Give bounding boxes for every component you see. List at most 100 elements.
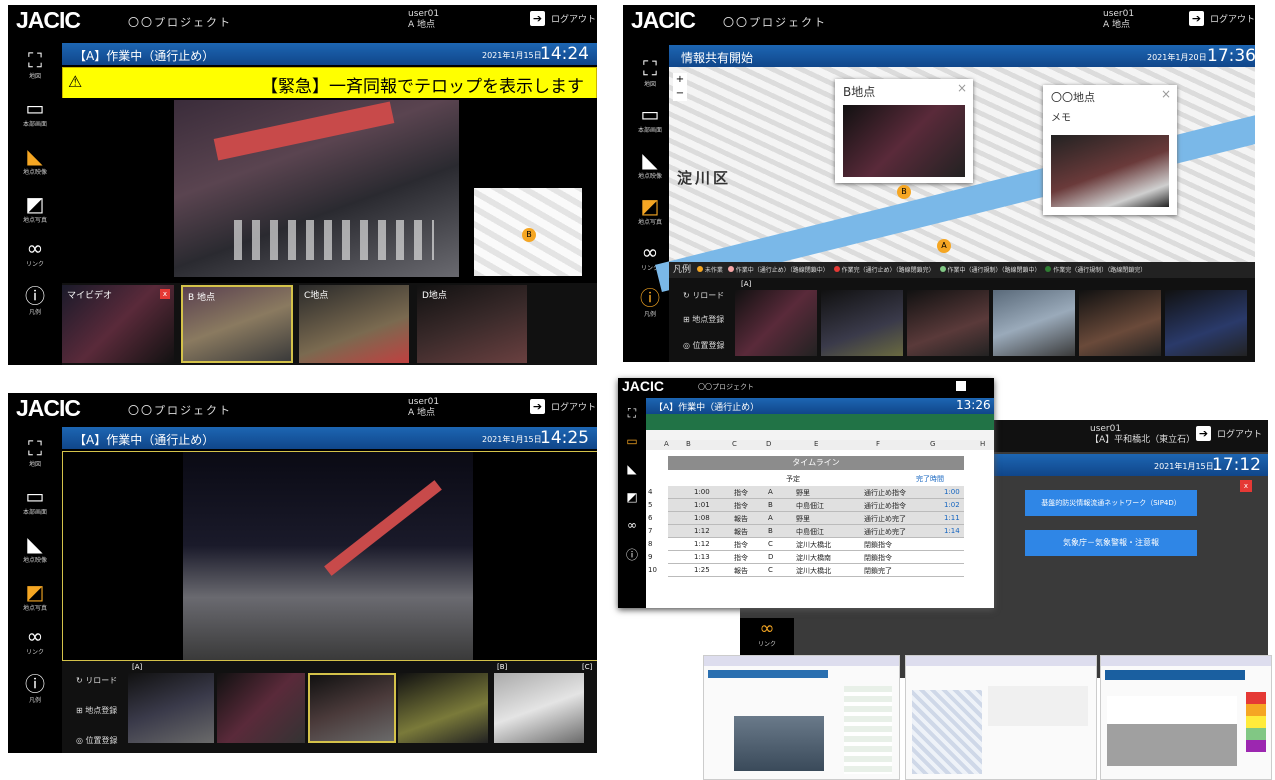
- thumb-point-d[interactable]: D地点: [417, 285, 527, 363]
- table-cell-type: 報告: [734, 515, 748, 523]
- monitor-icon[interactable]: ▭: [618, 434, 646, 448]
- main-video[interactable]: B: [62, 98, 597, 278]
- browser-thumb-river[interactable]: [1100, 655, 1272, 780]
- col-headers: ABCDEFGH: [646, 440, 994, 450]
- sidebar-item-legend[interactable]: ⓘ 凡例: [8, 673, 62, 704]
- thumb-point-c[interactable]: C地点: [299, 285, 409, 363]
- timeline-title: タイムライン: [668, 456, 964, 470]
- photo-thumb[interactable]: [907, 290, 989, 356]
- logout-icon[interactable]: [956, 381, 966, 391]
- panel-live-video: JACIC 〇〇プロジェクト user01 A 地点 ➔ ログアウト ⛶ 地図 ▭ 本部…: [8, 5, 597, 365]
- photo-thumb[interactable]: [308, 673, 396, 743]
- register-point-button[interactable]: ⊞ 地点登録: [76, 705, 117, 716]
- close-icon[interactable]: ×: [957, 81, 967, 95]
- map-marker-a: A: [937, 239, 951, 253]
- zoom-control[interactable]: + −: [673, 73, 687, 101]
- map-area[interactable]: 淀川区 + − B地点 × B A 〇〇地点 × メモ: [655, 67, 1255, 292]
- status-text: 【A】作業中（通行止め）: [74, 433, 215, 447]
- browser-thumb-jma[interactable]: [905, 655, 1097, 780]
- group-label: [A]: [132, 663, 143, 671]
- sidebar-item-hq[interactable]: ▭ 本部画面: [8, 485, 62, 516]
- group-label: [A]: [741, 280, 752, 288]
- table-cell-act: 閉鎖指令: [864, 541, 892, 549]
- table-cell-pt: B: [768, 527, 773, 535]
- photo-thumb[interactable]: [128, 673, 214, 743]
- photo-icon: ◩: [25, 192, 45, 216]
- alert-banner: ⚠ 【緊急】一斉同報でテロップを表示します: [62, 67, 597, 99]
- table-cell-pt: A: [768, 488, 773, 496]
- sidebar-item-map[interactable]: ⛶ 地図: [8, 49, 62, 80]
- reload-button[interactable]: ↻ リロード: [683, 290, 724, 301]
- info-icon: ⓘ: [25, 284, 45, 308]
- camera-icon: ◣: [27, 144, 43, 168]
- info-icon[interactable]: ⓘ: [618, 546, 646, 563]
- project-name: 〇〇プロジェクト: [698, 383, 754, 391]
- table-cell-act: 通行止め指令: [864, 502, 906, 510]
- register-position-button[interactable]: ◎ 位置登録: [76, 735, 118, 746]
- sidebar-item-photo[interactable]: ◩ 地点写真: [8, 193, 62, 224]
- sidebar-item-video[interactable]: ◣ 地点映像: [8, 533, 62, 564]
- reload-button[interactable]: ↻ リロード: [76, 675, 117, 686]
- sidebar-item-map[interactable]: ⛶ 地図: [8, 437, 62, 468]
- photo-thumb[interactable]: [1079, 290, 1161, 356]
- table-cell-time: 1:12: [694, 540, 710, 548]
- close-button[interactable]: x: [1240, 480, 1252, 492]
- camera-icon[interactable]: ◣: [618, 462, 646, 476]
- sidebar-item-link[interactable]: ∞ リンク: [8, 237, 62, 268]
- popup-point-b[interactable]: B地点 ×: [835, 79, 973, 183]
- mini-map[interactable]: B: [474, 188, 582, 276]
- photo-panel: ↻ リロード ⊞ 地点登録 ◎ 位置登録 [A]: [669, 278, 1255, 362]
- sidebar-item-legend[interactable]: ⓘ 凡例: [8, 285, 62, 316]
- sidebar-item-video[interactable]: ◣ 地点映像: [8, 145, 62, 176]
- monitor-icon: ▭: [25, 96, 45, 120]
- sidebar-item-hq[interactable]: ▭ 本部画面: [8, 97, 62, 128]
- photo-thumb[interactable]: [735, 290, 817, 356]
- photo-thumb[interactable]: [821, 290, 903, 356]
- logout-button[interactable]: ➔ ログアウト: [1196, 426, 1262, 441]
- photo-icon[interactable]: ◩: [618, 490, 646, 504]
- close-icon[interactable]: ×: [1161, 87, 1171, 101]
- map-icon[interactable]: ⛶: [618, 406, 646, 421]
- logout-icon: ➔: [530, 11, 545, 26]
- date-text: 2021年1月15日: [482, 51, 542, 60]
- project-name: 〇〇プロジェクト: [128, 404, 232, 417]
- main-photo[interactable]: [62, 451, 597, 661]
- table-cell-n: 7: [648, 527, 653, 535]
- table-cell-time: 1:08: [694, 514, 710, 522]
- popup-point-oo[interactable]: 〇〇地点 × メモ: [1043, 85, 1177, 215]
- sidebar-item-photo[interactable]: ◩ 地点写真: [8, 581, 62, 612]
- photo-thumb[interactable]: [494, 673, 584, 743]
- status-text: 【A】作業中（通行止め）: [74, 49, 215, 63]
- clock: 13:26: [956, 398, 991, 412]
- front-sidebar: ⛶ ▭ ◣ ◩ ∞ ⓘ: [618, 398, 646, 608]
- sip4d-button[interactable]: 基盤的防災情報流通ネットワーク（SIP4D）: [1025, 490, 1197, 516]
- closed-banner: [213, 101, 395, 161]
- logout-button[interactable]: ➔ ログアウト: [530, 399, 596, 414]
- table-cell-pt: C: [768, 540, 773, 548]
- sidebar-item-link[interactable]: ∞ リンク: [8, 625, 62, 656]
- popup-photo: [843, 105, 965, 177]
- link-icon: ∞: [26, 624, 44, 648]
- link-icon[interactable]: ∞: [618, 518, 646, 532]
- close-icon[interactable]: x: [160, 289, 170, 299]
- legend-dot: [833, 266, 840, 272]
- thumb-point-b[interactable]: B 地点: [181, 285, 293, 363]
- logout-button[interactable]: ➔ ログアウト: [1189, 11, 1255, 26]
- browser-thumb-sip4d[interactable]: [703, 655, 900, 780]
- table-cell-place: 野里: [796, 515, 810, 523]
- jacic-logo: JACIC: [16, 395, 81, 421]
- jma-button[interactable]: 気象庁－気象警報・注意報: [1025, 530, 1197, 556]
- excel-ribbon: [646, 414, 994, 430]
- link-icon[interactable]: ∞ リンク: [740, 618, 794, 658]
- photo-thumb[interactable]: [1165, 290, 1247, 356]
- register-position-button[interactable]: ◎ 位置登録: [683, 340, 725, 351]
- thumb-my-video[interactable]: マイビデオ x: [62, 285, 174, 363]
- photo-thumb[interactable]: [217, 673, 305, 743]
- photo-thumb[interactable]: [993, 290, 1075, 356]
- map-marker-b: B: [897, 185, 911, 199]
- register-point-button[interactable]: ⊞ 地点登録: [683, 314, 724, 325]
- photo-thumb[interactable]: [398, 673, 488, 743]
- map-marker-b: B: [522, 228, 536, 242]
- logout-button[interactable]: ➔ ログアウト: [530, 11, 596, 26]
- sidebar: ⛶ 地図 ▭ 本部画面 ◣ 地点映像 ◩ 地点写真 ∞ リンク ⓘ 凡例: [8, 37, 62, 365]
